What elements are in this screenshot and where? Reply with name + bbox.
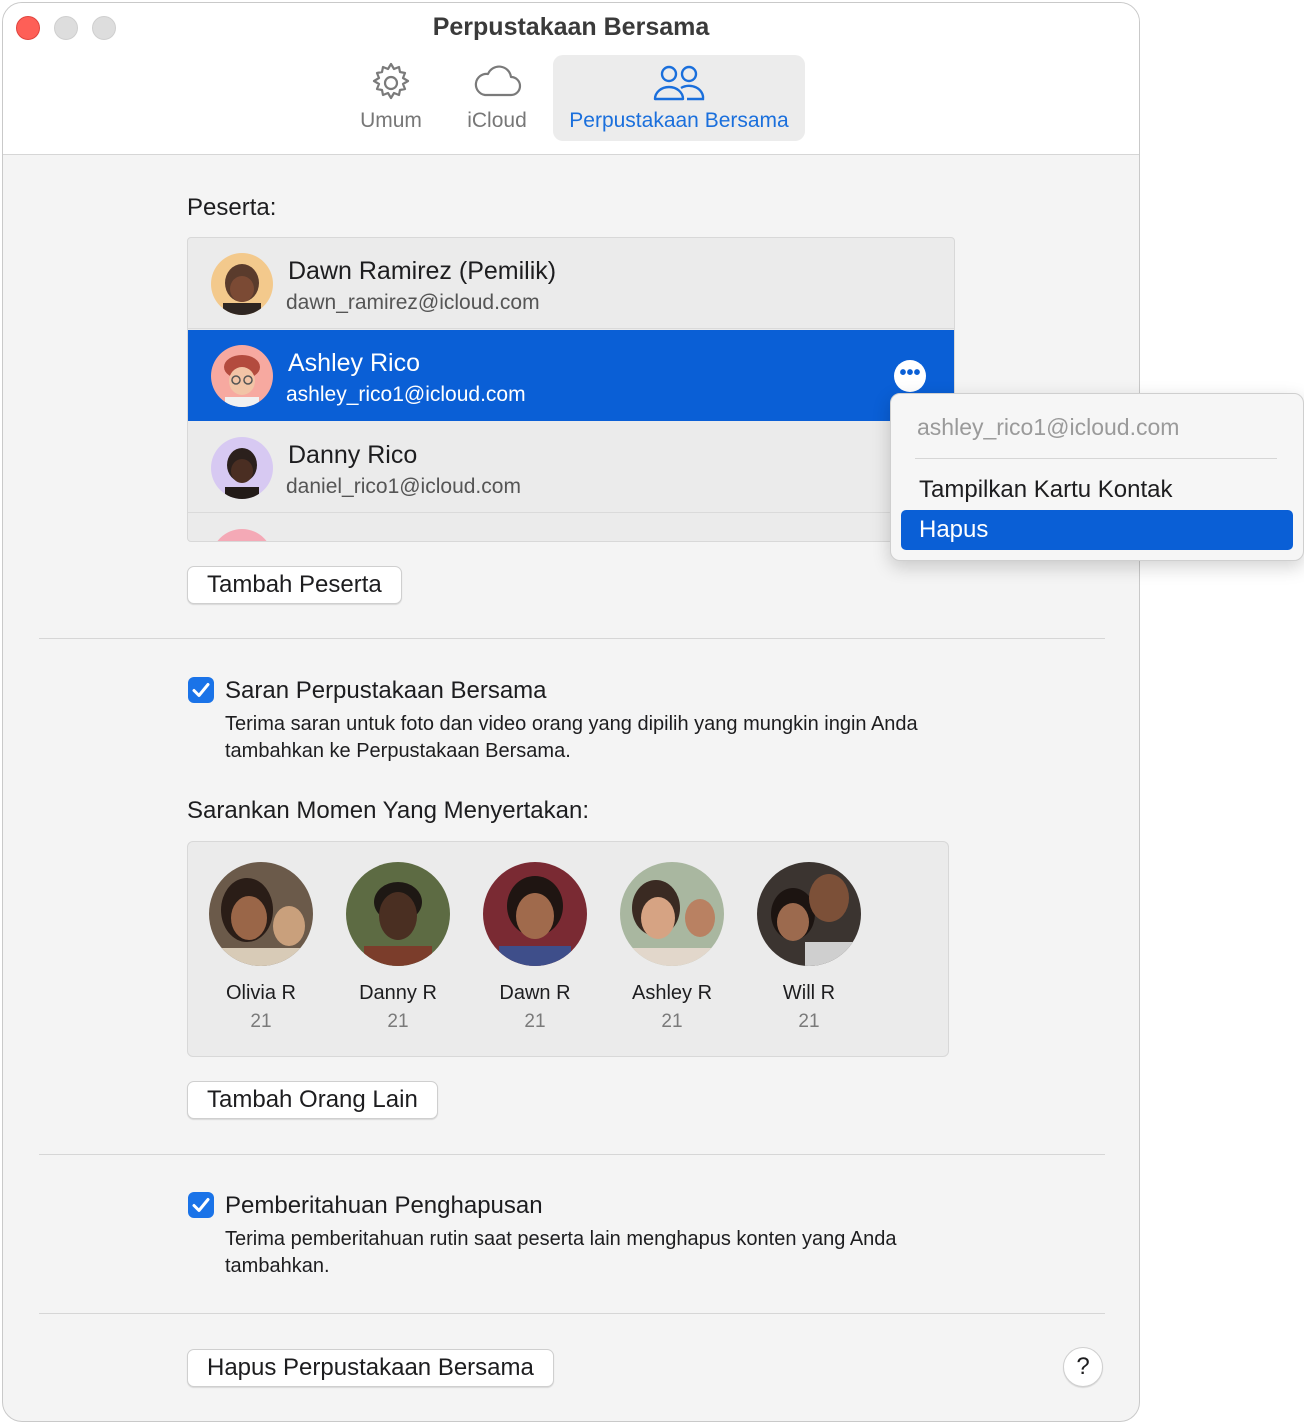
participant-email: ashley_rico1@icloud.com <box>286 383 526 406</box>
person-name: Ashley R <box>631 982 713 1004</box>
suggestions-description: Terima saran untuk foto dan video orang … <box>225 713 918 762</box>
add-participant-button[interactable]: Tambah Peserta <box>187 566 402 604</box>
settings-window: Perpustakaan Bersama Umum iCloud Perpust… <box>2 2 1140 1422</box>
more-options-button[interactable]: ••• <box>894 360 926 392</box>
avatar <box>211 437 273 499</box>
help-button[interactable]: ? <box>1063 1347 1103 1387</box>
title-bar: Perpustakaan Bersama Umum iCloud Perpust… <box>3 3 1139 155</box>
gear-icon <box>369 61 413 110</box>
tab-perpustakaan-bersama[interactable]: Perpustakaan Bersama <box>553 55 805 141</box>
participant-name: Ashley Rico <box>288 349 420 377</box>
delete-shared-library-button[interactable]: Hapus Perpustakaan Bersama <box>187 1349 554 1387</box>
menu-header-email: ashley_rico1@icloud.com <box>917 414 1180 440</box>
suggestions-checkbox[interactable] <box>188 677 214 703</box>
participant-row[interactable]: Dawn Ramirez (Pemilik) dawn_ramirez@iclo… <box>188 238 954 329</box>
menu-separator <box>915 458 1277 459</box>
person-photo <box>483 862 587 966</box>
person-name: Danny R <box>359 982 437 1004</box>
checkmark-icon <box>192 1198 210 1212</box>
cloud-icon <box>471 61 523 110</box>
window-title: Perpustakaan Bersama <box>432 13 710 41</box>
person-name: Will R <box>782 982 836 1004</box>
moments-label: Sarankan Momen Yang Menyertakan: <box>187 797 590 824</box>
divider <box>39 1154 1105 1155</box>
avatar <box>211 529 273 541</box>
participant-name: Danny Rico <box>288 441 418 469</box>
person-count: 21 <box>387 1011 409 1032</box>
person-photo <box>209 862 313 966</box>
participant-row[interactable]: Danny Rico daniel_rico1@icloud.com <box>188 422 954 513</box>
person-count: 21 <box>661 1011 683 1032</box>
person-item[interactable]: Danny R 21 <box>333 862 463 1033</box>
add-other-people-button[interactable]: Tambah Orang Lain <box>187 1081 438 1119</box>
participant-email: daniel_rico1@icloud.com <box>286 475 521 498</box>
person-item[interactable]: Olivia R 21 <box>196 862 326 1033</box>
person-item[interactable]: Ashley R 21 <box>607 862 737 1033</box>
person-count: 21 <box>524 1011 546 1032</box>
person-item[interactable]: Dawn R 21 <box>470 862 600 1033</box>
deletion-notification-description: Terima pemberitahuan rutin saat peserta … <box>225 1228 897 1277</box>
person-photo <box>757 862 861 966</box>
tab-perpustakaan-bersama-label: Perpustakaan Bersama <box>569 109 789 132</box>
participant-email: dawn_ramirez@icloud.com <box>286 291 540 314</box>
person-photo <box>620 862 724 966</box>
deletion-notification-checkbox[interactable] <box>188 1192 214 1218</box>
divider <box>39 638 1105 639</box>
avatar <box>211 253 273 315</box>
people-grid: Olivia R 21 Danny R 21 Dawn R 21 Ashley … <box>187 841 949 1057</box>
deletion-notification-title: Pemberitahuan Penghapusan <box>225 1192 543 1219</box>
context-menu: ashley_rico1@icloud.com Tampilkan Kartu … <box>890 393 1304 561</box>
person-count: 21 <box>798 1011 820 1032</box>
tab-umum[interactable]: Umum <box>343 55 439 141</box>
tab-icloud-label: iCloud <box>467 109 527 132</box>
person-photo <box>346 862 450 966</box>
checkmark-icon <box>192 683 210 697</box>
avatar <box>211 345 273 407</box>
person-name: Dawn R <box>499 982 571 1004</box>
person-item[interactable]: Will R 21 <box>744 862 874 1033</box>
menu-item-remove[interactable]: Hapus <box>901 510 1293 550</box>
participants-label: Peserta: <box>187 194 277 221</box>
participants-list[interactable]: Dawn Ramirez (Pemilik) dawn_ramirez@iclo… <box>187 237 955 542</box>
person-count: 21 <box>250 1011 272 1032</box>
divider <box>39 1313 1105 1314</box>
menu-item-show-contact-card[interactable]: Tampilkan Kartu Kontak <box>901 470 1293 510</box>
participant-name: Dawn Ramirez (Pemilik) <box>288 257 557 285</box>
tab-icloud[interactable]: iCloud <box>449 55 545 141</box>
participant-row-selected[interactable]: Ashley Rico ashley_rico1@icloud.com ••• <box>188 330 954 421</box>
suggestions-title: Saran Perpustakaan Bersama <box>225 677 547 704</box>
person-name: Olivia R <box>225 982 296 1004</box>
people-icon <box>651 61 707 110</box>
participant-row-partial[interactable] <box>188 514 954 541</box>
tab-umum-label: Umum <box>360 109 422 132</box>
